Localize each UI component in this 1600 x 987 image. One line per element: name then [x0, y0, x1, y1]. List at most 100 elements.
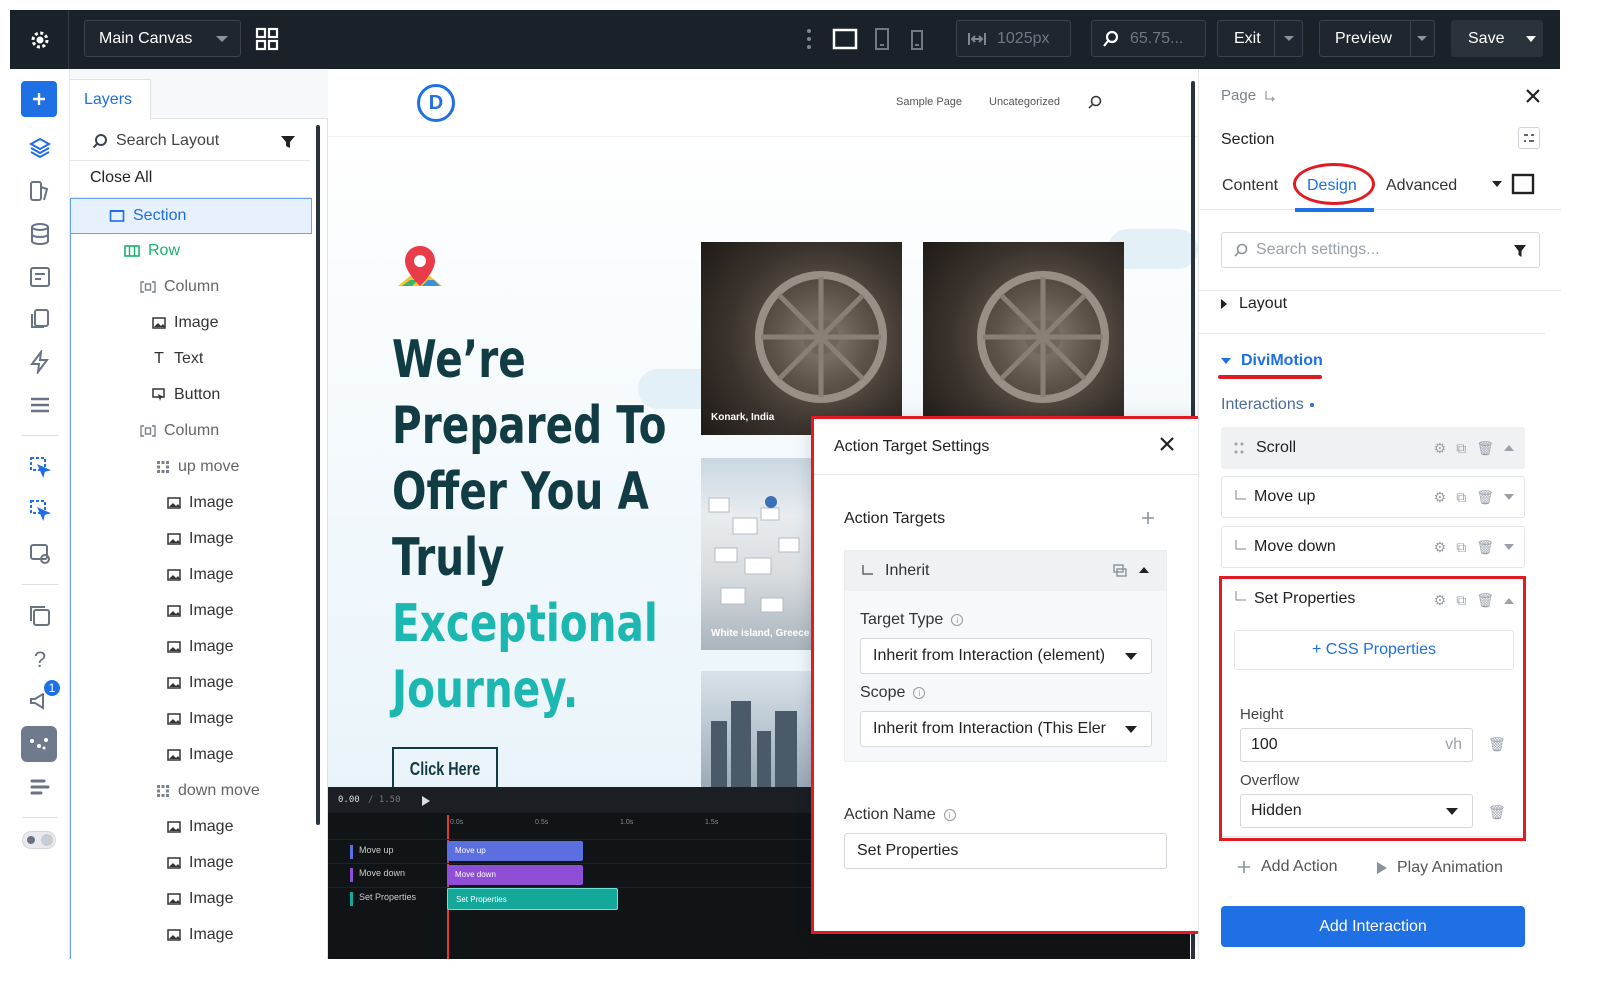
duplicate-icon[interactable]: ⧉ — [1456, 440, 1466, 457]
duplicate-icon[interactable]: ⧉ — [1456, 539, 1466, 556]
chevron-down-icon[interactable] — [1504, 544, 1514, 550]
photo-konark-1[interactable]: Konark, India — [701, 242, 902, 435]
nav-link[interactable]: Sample Page — [896, 96, 962, 108]
tab-content[interactable]: Content — [1222, 177, 1278, 195]
layer-item-image[interactable]: Image — [167, 918, 233, 952]
timeline-bar-move-down[interactable]: Move down — [447, 865, 583, 885]
responsive-settings-icon[interactable] — [28, 542, 52, 566]
layer-item-image[interactable]: Image — [167, 702, 233, 736]
lightning-icon[interactable] — [28, 350, 52, 374]
theme-builder-icon[interactable] — [28, 179, 52, 203]
interaction-scroll[interactable]: Scroll ⚙ ⧉ 🗑 — [1221, 427, 1525, 469]
timeline-track-label[interactable]: Move down — [350, 868, 405, 882]
tab-layers[interactable]: Layers — [70, 79, 151, 120]
layer-item-image[interactable]: Image — [167, 882, 233, 916]
layer-item-text[interactable]: T Text — [152, 342, 203, 376]
exit-button[interactable]: Exit — [1217, 20, 1303, 57]
layer-item-image[interactable]: Image — [167, 522, 233, 556]
layer-item-image[interactable]: Image — [167, 846, 233, 880]
layer-item-image[interactable]: Image — [152, 306, 218, 340]
action-move-up[interactable]: Move up ⚙ ⧉ 🗑 — [1221, 476, 1525, 518]
add-interaction-button[interactable]: Add Interaction — [1221, 906, 1525, 947]
drag-handle-icon[interactable] — [1234, 441, 1244, 455]
duplicate-icon[interactable]: ⧉ — [1456, 489, 1466, 506]
layer-item-column[interactable]: Column — [140, 414, 219, 448]
layer-item-image[interactable]: Image — [167, 810, 233, 844]
trash-icon[interactable]: 🗑 — [1476, 489, 1494, 506]
tab-advanced[interactable]: Advanced — [1386, 177, 1457, 195]
layer-item-button[interactable]: Button — [152, 378, 220, 412]
layer-item-image[interactable]: Image — [167, 558, 233, 592]
save-button[interactable]: Save — [1451, 20, 1543, 57]
timeline-bar-set-properties[interactable]: Set Properties — [447, 888, 618, 910]
settings-gear-icon[interactable] — [28, 28, 52, 52]
action-move-down[interactable]: Move down ⚙ ⧉ 🗑 — [1221, 526, 1525, 568]
site-logo[interactable]: D — [417, 84, 455, 122]
layers-search[interactable]: Search Layout — [70, 121, 310, 161]
database-icon[interactable] — [28, 222, 52, 246]
list-icon[interactable] — [28, 393, 52, 417]
settings-search[interactable]: Search settings... — [1221, 232, 1540, 268]
panel-close-icon[interactable] — [1525, 88, 1541, 104]
canvas-width-field[interactable]: 1025px — [956, 20, 1071, 57]
layer-item-column[interactable]: Column — [140, 270, 219, 304]
nav-search-icon[interactable] — [1088, 95, 1102, 109]
gear-icon[interactable]: ⚙ — [1434, 539, 1447, 556]
play-animation-button[interactable]: Play Animation — [1377, 859, 1503, 877]
select-cursor-icon[interactable] — [28, 455, 52, 479]
layer-item-image[interactable]: Image — [167, 594, 233, 628]
layer-item-image[interactable]: Image — [167, 666, 233, 700]
device-preview-icon[interactable] — [1511, 173, 1535, 195]
form-icon[interactable] — [28, 265, 52, 289]
gear-icon[interactable]: ⚙ — [1434, 489, 1447, 506]
play-icon[interactable] — [422, 796, 430, 806]
zoom-field[interactable]: 65.75... — [1091, 20, 1206, 57]
trash-icon[interactable]: 🗑 — [1476, 440, 1494, 457]
layer-item-image[interactable]: Image — [167, 486, 233, 520]
align-icon[interactable] — [28, 775, 52, 799]
help-icon[interactable]: ? — [28, 647, 52, 672]
photo-city[interactable] — [701, 671, 811, 791]
timeline-track-label[interactable]: Set Properties — [350, 892, 416, 906]
filter-icon[interactable] — [280, 135, 296, 149]
chevron-down-icon[interactable] — [1504, 494, 1514, 500]
filter-icon[interactable] — [1513, 244, 1527, 258]
library-icon[interactable] — [28, 604, 52, 628]
gear-icon[interactable]: ⚙ — [1434, 440, 1447, 457]
close-all-button[interactable]: Close All — [90, 169, 152, 187]
cta-button[interactable]: Click Here — [392, 747, 498, 791]
layer-item-up-move[interactable]: up move — [156, 450, 239, 484]
canvas-select[interactable]: Main Canvas — [84, 20, 241, 57]
layer-item-image[interactable]: Image — [167, 630, 233, 664]
desktop-view-icon[interactable] — [832, 27, 858, 51]
layer-item-down-move[interactable]: down move — [156, 774, 260, 808]
preview-button[interactable]: Preview — [1319, 20, 1435, 57]
add-action-button[interactable]: Add Action — [1237, 858, 1338, 876]
timeline-track-label[interactable]: Move up — [350, 845, 394, 859]
module-options-icon[interactable] — [1518, 127, 1540, 149]
pages-icon[interactable] — [28, 307, 52, 331]
more-options-icon[interactable] — [806, 28, 812, 50]
breadcrumb[interactable]: Page — [1221, 87, 1276, 104]
tabs-more-icon[interactable] — [1492, 181, 1502, 187]
timeline-bar-move-up[interactable]: Move up — [447, 841, 583, 861]
layer-item-image[interactable]: Image — [167, 738, 233, 772]
mode-toggle[interactable] — [22, 831, 56, 849]
layer-item-section[interactable]: Section — [70, 198, 312, 234]
tablet-view-icon[interactable] — [874, 27, 890, 51]
trash-icon[interactable]: 🗑 — [1476, 539, 1494, 556]
add-element-button[interactable] — [21, 81, 57, 117]
nav-link[interactable]: Uncategorized — [989, 96, 1060, 108]
layers-scrollbar[interactable] — [316, 125, 320, 825]
photo-konark-2[interactable] — [923, 242, 1124, 435]
layout-group-toggle[interactable]: Layout — [1221, 295, 1287, 313]
phone-view-icon[interactable] — [910, 29, 924, 51]
grid-view-icon[interactable] — [255, 27, 279, 51]
divimotion-app-icon[interactable] — [21, 726, 57, 762]
layers-icon[interactable] — [28, 136, 52, 160]
multi-select-icon[interactable] — [28, 498, 52, 522]
chevron-up-icon[interactable] — [1504, 445, 1514, 451]
photo-greece[interactable]: White island, Greece — [701, 458, 811, 650]
divimotion-group-toggle[interactable]: DiviMotion — [1221, 352, 1323, 370]
layer-item-row[interactable]: Row — [124, 234, 180, 268]
